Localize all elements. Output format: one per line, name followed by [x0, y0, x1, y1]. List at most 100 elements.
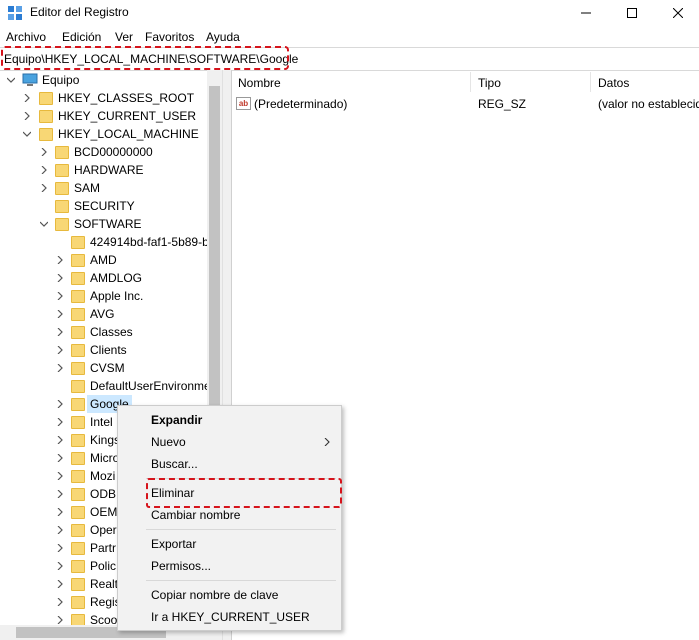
column-divider[interactable]: [470, 72, 471, 92]
tree-label: OEM: [90, 505, 118, 519]
menu-item-exportar[interactable]: Exportar: [151, 537, 196, 551]
tree-label: SOFTWARE: [74, 217, 142, 231]
chevron-right-icon: [57, 454, 63, 462]
chevron-right-icon: [41, 166, 47, 174]
tree-item-security[interactable]: SECURITY: [0, 197, 207, 215]
column-header-type[interactable]: Tipo: [478, 76, 501, 90]
chevron-right-icon: [57, 562, 63, 570]
folder-icon: [55, 218, 69, 231]
menu-bar: Archivo Edición Ver Favoritos Ayuda: [0, 28, 699, 46]
chevron-right-icon: [41, 148, 47, 156]
tree-label: Mozi: [90, 469, 116, 483]
folder-icon: [71, 506, 85, 519]
close-button[interactable]: [655, 0, 699, 26]
string-value-icon: ab: [236, 97, 251, 110]
regedit-app-icon: [7, 5, 23, 21]
folder-icon: [55, 182, 69, 195]
tree-label: Polic: [90, 559, 117, 573]
menu-item-nuevo[interactable]: Nuevo: [151, 435, 186, 449]
menu-ayuda[interactable]: Ayuda: [206, 30, 240, 44]
folder-icon: [71, 542, 85, 555]
menu-item-copiar-nombre[interactable]: Copiar nombre de clave: [151, 588, 278, 602]
tree-item-software-child[interactable]: Clients: [0, 341, 207, 359]
chevron-down-icon: [7, 77, 15, 83]
tree-label: HARDWARE: [74, 163, 144, 177]
value-data: (valor no establecido): [598, 97, 699, 111]
menu-item-buscar[interactable]: Buscar...: [151, 457, 198, 471]
chevron-right-icon: [57, 400, 63, 408]
folder-icon: [55, 146, 69, 159]
tree-label: Micro: [90, 451, 120, 465]
tree-item-software-child[interactable]: Apple Inc.: [0, 287, 207, 305]
chevron-right-icon: [57, 292, 63, 300]
chevron-right-icon: [57, 526, 63, 534]
tree-item-software-child[interactable]: 424914bd-faf1-5b89-b: [0, 233, 209, 251]
tree-item-hkcu[interactable]: HKEY_CURRENT_USER: [0, 107, 207, 125]
folder-icon: [71, 272, 85, 285]
menu-favoritos[interactable]: Favoritos: [145, 30, 194, 44]
maximize-icon: [627, 8, 637, 18]
chevron-right-icon: [24, 94, 30, 102]
menu-edicion[interactable]: Edición: [62, 30, 101, 44]
value-type: REG_SZ: [478, 97, 527, 111]
tree-label: HKEY_CURRENT_USER: [58, 109, 197, 123]
folder-icon: [71, 596, 85, 609]
chevron-down-icon: [40, 221, 48, 227]
tree-item-software-child[interactable]: Classes: [0, 323, 207, 341]
tree-item-software[interactable]: SOFTWARE: [0, 215, 207, 233]
chevron-right-icon: [57, 436, 63, 444]
tree-label: Intel: [90, 415, 113, 429]
tree-label: HKEY_LOCAL_MACHINE: [58, 127, 199, 141]
tree-item-bcd[interactable]: BCD00000000: [0, 143, 207, 161]
value-name[interactable]: (Predeterminado): [254, 97, 347, 111]
context-menu: Expandir Nuevo Buscar... Eliminar Cambia…: [117, 405, 342, 631]
close-icon: [673, 8, 683, 18]
tree-item-software-child[interactable]: AMD: [0, 251, 207, 269]
chevron-down-icon: [23, 131, 31, 137]
tree-item-software-child[interactable]: CVSM: [0, 359, 207, 377]
tree-item-hardware[interactable]: HARDWARE: [0, 161, 207, 179]
eliminar-highlight-frame: [146, 478, 342, 508]
tree-item-software-child[interactable]: AVG: [0, 305, 207, 323]
menu-item-cambiar-nombre[interactable]: Cambiar nombre: [151, 508, 240, 522]
tree-label: BCD00000000: [74, 145, 153, 159]
column-header-data[interactable]: Datos: [598, 76, 629, 90]
tree-item-hkcr[interactable]: HKEY_CLASSES_ROOT: [0, 89, 207, 107]
address-highlight-frame: [1, 46, 289, 70]
chevron-right-icon: [41, 184, 47, 192]
chevron-right-icon: [57, 580, 63, 588]
folder-icon: [71, 398, 85, 411]
menu-item-expandir[interactable]: Expandir: [151, 413, 202, 427]
menu-item-ir-a-hkcu[interactable]: Ir a HKEY_CURRENT_USER: [151, 610, 310, 624]
folder-icon: [71, 236, 85, 249]
folder-icon: [55, 200, 69, 213]
menu-archivo[interactable]: Archivo: [6, 30, 46, 44]
tree-item-software-child[interactable]: DefaultUserEnvironme: [0, 377, 211, 395]
folder-icon: [71, 254, 85, 267]
folder-icon: [71, 344, 85, 357]
submenu-arrow-icon: [324, 438, 330, 446]
tree-item-hklm[interactable]: HKEY_LOCAL_MACHINE: [0, 125, 207, 143]
chevron-right-icon: [57, 616, 63, 624]
tree-label: Oper: [90, 523, 117, 537]
chevron-right-icon: [57, 544, 63, 552]
folder-icon: [71, 416, 85, 429]
minimize-button[interactable]: [563, 0, 609, 26]
tree-item-software-child[interactable]: AMDLOG: [0, 269, 207, 287]
folder-icon: [71, 308, 85, 321]
menu-ver[interactable]: Ver: [115, 30, 133, 44]
tree-label: SECURITY: [74, 199, 135, 213]
column-divider[interactable]: [590, 72, 591, 92]
tree-item-sam[interactable]: SAM: [0, 179, 207, 197]
maximize-button[interactable]: [609, 0, 655, 26]
tree-label: Scoo: [90, 613, 118, 625]
tree-item-equipo[interactable]: Equipo: [0, 71, 207, 89]
column-header-name[interactable]: Nombre: [238, 76, 281, 90]
chevron-right-icon: [57, 472, 63, 480]
folder-icon: [71, 578, 85, 591]
chevron-right-icon: [24, 112, 30, 120]
tree-label: HKEY_CLASSES_ROOT: [58, 91, 195, 105]
tree-label: Clients: [90, 343, 127, 357]
chevron-right-icon: [57, 310, 63, 318]
menu-item-permisos[interactable]: Permisos...: [151, 559, 211, 573]
